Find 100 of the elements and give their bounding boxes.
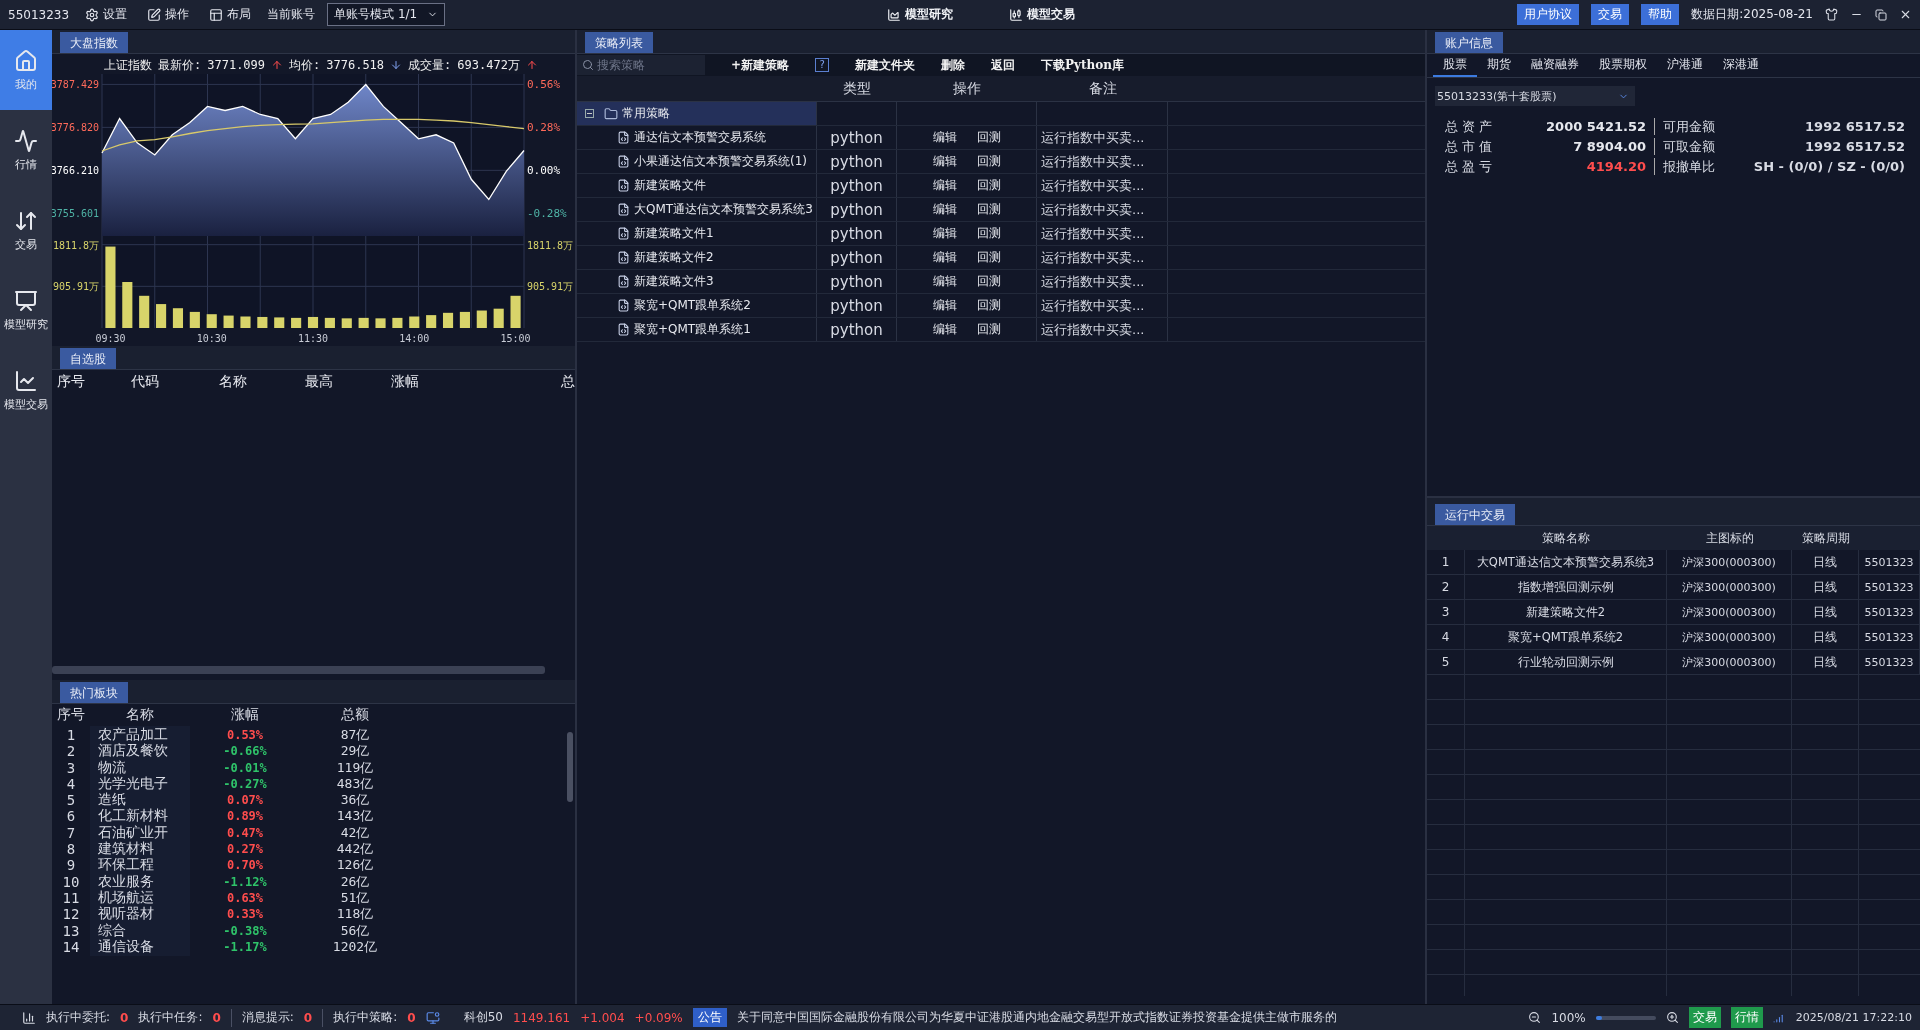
row-number: 13	[61, 922, 81, 939]
notice-text[interactable]: 关于同意中国国际金融股份有限公司为华夏中证港股通内地金融交易型开放式指数证券投资基金提供主做市服务的	[736, 1009, 1337, 1026]
sector-name: 化工新材料	[90, 807, 190, 826]
toolbar-button[interactable]: +新建策略	[731, 56, 790, 74]
sidebar-item[interactable]: 交易	[0, 190, 52, 270]
strategy-type: python	[830, 320, 883, 339]
status-button[interactable]: 行情	[1730, 1007, 1763, 1028]
strategy-action-link[interactable]: 编辑	[924, 321, 965, 338]
row-number: 2	[65, 743, 77, 760]
strategy-action-link[interactable]: 编辑	[924, 249, 965, 266]
zoom-out-icon[interactable]	[1528, 1011, 1542, 1024]
module-tab[interactable]: 模型研究	[881, 5, 960, 24]
status-count: 0	[212, 1010, 221, 1025]
status-button[interactable]: 交易	[1688, 1007, 1721, 1028]
strategy-action-link[interactable]: 回测	[968, 225, 1009, 242]
header-button[interactable]: 用户协议	[1517, 4, 1580, 25]
menu-item[interactable]: 操作	[143, 6, 194, 23]
price-axis-label: 3755.601	[52, 208, 99, 220]
toolbar-button[interactable]: 删除	[941, 56, 966, 74]
panel-tab[interactable]: 账户信息	[1435, 32, 1503, 53]
strategy-action-link[interactable]: 回测	[968, 129, 1009, 146]
account-cell: 5501323	[1859, 650, 1920, 675]
menu-item[interactable]: 设置	[81, 6, 132, 23]
python-file-icon	[617, 131, 630, 144]
turnover-amount: 143亿	[335, 807, 375, 826]
strategy-name[interactable]: 聚宽+QMT跟单系统2	[634, 297, 751, 314]
account-mode-select[interactable]: 单账号模式 1/1	[327, 3, 446, 26]
zoom-slider[interactable]	[1595, 1015, 1656, 1020]
vertical-scrollbar[interactable]	[567, 732, 573, 802]
sidebar-item[interactable]: 模型研究	[0, 270, 52, 350]
toolbar-button[interactable]: 新建文件夹	[855, 56, 916, 74]
account-cell: 5501323	[1859, 550, 1920, 575]
zoom-in-icon[interactable]	[1665, 1011, 1679, 1024]
collapse-icon[interactable]	[585, 109, 594, 118]
status-label: 消息提示:	[241, 1009, 294, 1026]
strategy-action-link[interactable]: 回测	[968, 177, 1009, 194]
strategy-action-link[interactable]: 编辑	[924, 129, 965, 146]
volume-bar	[324, 317, 335, 328]
sidebar-item[interactable]: 行情	[0, 110, 52, 190]
change-percent: -0.66%	[222, 744, 268, 759]
strategy-action-link[interactable]: 回测	[968, 249, 1009, 266]
strategy-action-link[interactable]: 编辑	[924, 297, 965, 314]
account-type-tab[interactable]: 融资融券	[1521, 54, 1589, 77]
strategy-name[interactable]: 新建策略文件2	[634, 249, 714, 266]
strategy-action-link[interactable]: 回测	[968, 321, 1009, 338]
help-button[interactable]: ?	[815, 58, 830, 72]
quote-label: 均价:	[289, 56, 321, 74]
account-label: 当前账号	[267, 6, 316, 23]
strategy-action-link[interactable]: 编辑	[924, 177, 965, 194]
strategy-name[interactable]: 新建策略文件	[634, 177, 706, 194]
account-type-tab[interactable]: 股票	[1433, 54, 1477, 77]
toolbar-button[interactable]: 返回	[991, 56, 1016, 74]
account-select[interactable]: 55013233(第十套股票)	[1435, 86, 1635, 106]
strategy-action-link[interactable]: 编辑	[924, 273, 965, 290]
header-button[interactable]: 帮助	[1641, 4, 1680, 25]
stat-label: 总 资 产	[1445, 118, 1494, 135]
monitor-icon[interactable]	[425, 1010, 440, 1025]
strategy-name[interactable]: 新建策略文件3	[634, 273, 714, 290]
bar-chart-icon[interactable]	[22, 1010, 36, 1025]
skin-icon[interactable]	[1825, 8, 1838, 21]
strategy-action-link[interactable]: 编辑	[924, 225, 965, 242]
row-number: 3	[65, 759, 77, 776]
account-type-tab[interactable]: 股票期权	[1589, 54, 1657, 77]
close-icon[interactable]	[1899, 8, 1912, 21]
strategy-action-link[interactable]: 回测	[968, 153, 1009, 170]
panel-tab[interactable]: 策略列表	[585, 32, 653, 53]
strategy-action-link[interactable]: 回测	[968, 201, 1009, 218]
strategy-type: python	[830, 200, 883, 219]
panel-tab[interactable]: 运行中交易	[1435, 504, 1515, 525]
volume-bar	[426, 315, 437, 328]
restore-icon[interactable]	[1875, 8, 1887, 21]
volume-bar	[493, 308, 504, 328]
zoom-percent: 100%	[1551, 1010, 1586, 1025]
strategy-action-link[interactable]: 编辑	[924, 153, 965, 170]
strategy-action-link[interactable]: 回测	[968, 297, 1009, 314]
strategy-name[interactable]: 通达信文本预警交易系统	[634, 129, 766, 146]
account-type-tab[interactable]: 深港通	[1713, 54, 1769, 77]
search-field[interactable]: 搜索策略	[577, 55, 705, 75]
panel-tab[interactable]: 自选股	[60, 348, 116, 369]
volume-bar	[443, 312, 454, 328]
account-type-tab[interactable]: 期货	[1477, 54, 1521, 77]
panel-tab[interactable]: 热门板块	[60, 682, 128, 703]
turnover-amount: 118亿	[335, 905, 375, 924]
strategy-name[interactable]: 新建策略文件1	[634, 225, 714, 242]
strategy-action-link[interactable]: 回测	[968, 273, 1009, 290]
strategy-name[interactable]: 聚宽+QMT跟单系统1	[634, 321, 751, 338]
panel-tab[interactable]: 大盘指数	[60, 32, 128, 53]
strategy-name[interactable]: 小果通达信文本预警交易系统(1)	[634, 153, 807, 170]
sidebar-item[interactable]: 模型交易	[0, 350, 52, 430]
layout-icon	[209, 7, 224, 22]
toolbar-button[interactable]: 下载Python库	[1041, 56, 1125, 74]
strategy-name[interactable]: 大QMT通达信文本预警交易系统3	[634, 201, 813, 218]
menu-item[interactable]: 布局	[205, 6, 256, 23]
module-tab[interactable]: 模型交易	[1003, 5, 1082, 24]
stat-value: SH - (0/0) / SZ - (0/0)	[1752, 158, 1905, 175]
folder-row[interactable]: 常用策略	[577, 102, 817, 125]
header-button[interactable]: 交易	[1591, 4, 1630, 25]
account-type-tab[interactable]: 沪港通	[1657, 54, 1713, 77]
horizontal-scrollbar[interactable]	[52, 666, 545, 674]
strategy-action-link[interactable]: 编辑	[924, 201, 965, 218]
